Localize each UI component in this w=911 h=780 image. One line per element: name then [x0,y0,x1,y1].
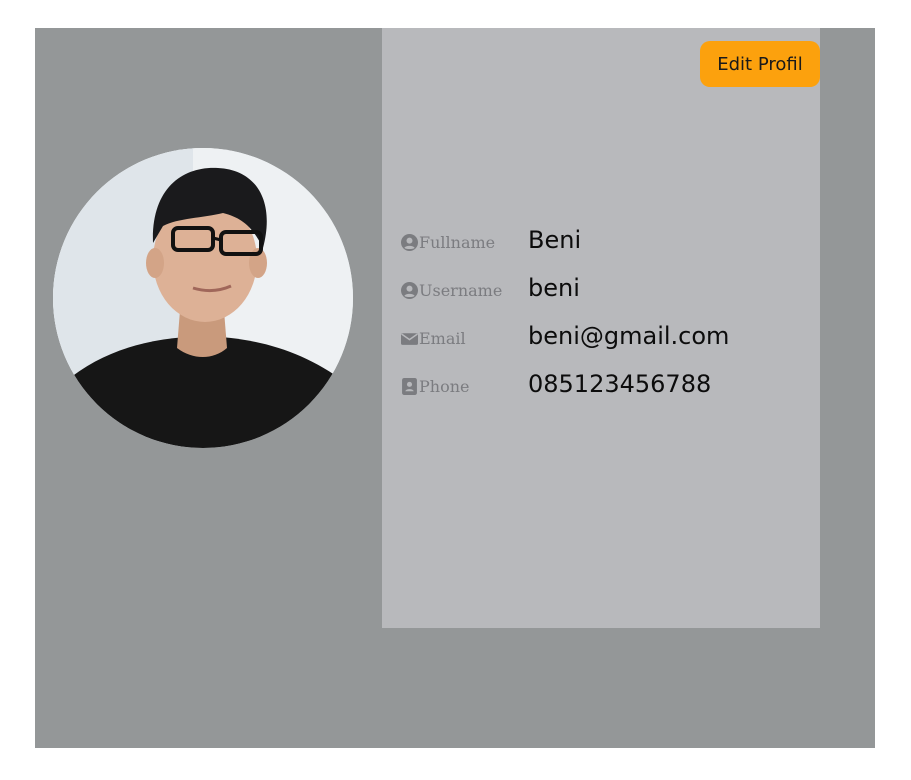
profile-page: Edit Profil Fullname Beni Username beni … [35,28,875,748]
avatar [53,148,353,448]
phone-label: Phone [419,377,470,396]
fullname-row: Fullname Beni [401,210,729,258]
contact-card-icon [402,378,417,395]
fullname-label: Fullname [419,233,496,252]
username-row: Username beni [401,258,729,306]
email-label-group: Email [401,329,528,354]
avatar-photo [53,148,353,448]
user-circle-icon [401,234,418,251]
fullname-label-group: Fullname [401,233,528,258]
phone-row: Phone 085123456788 [401,354,729,402]
phone-label-group: Phone [401,377,528,402]
profile-details-panel: Edit Profil Fullname Beni Username beni … [382,28,820,628]
profile-info-list: Fullname Beni Username beni Email beni@g… [401,210,729,402]
envelope-icon [401,333,418,345]
edit-profile-button[interactable]: Edit Profil [700,41,820,87]
username-value: beni [528,274,580,302]
fullname-value: Beni [528,226,582,254]
user-circle-icon [401,282,418,299]
email-value: beni@gmail.com [528,322,730,350]
phone-value: 085123456788 [528,370,712,398]
email-row: Email beni@gmail.com [401,306,729,354]
username-label-group: Username [401,281,528,306]
email-label: Email [419,329,466,348]
username-label: Username [419,281,503,300]
